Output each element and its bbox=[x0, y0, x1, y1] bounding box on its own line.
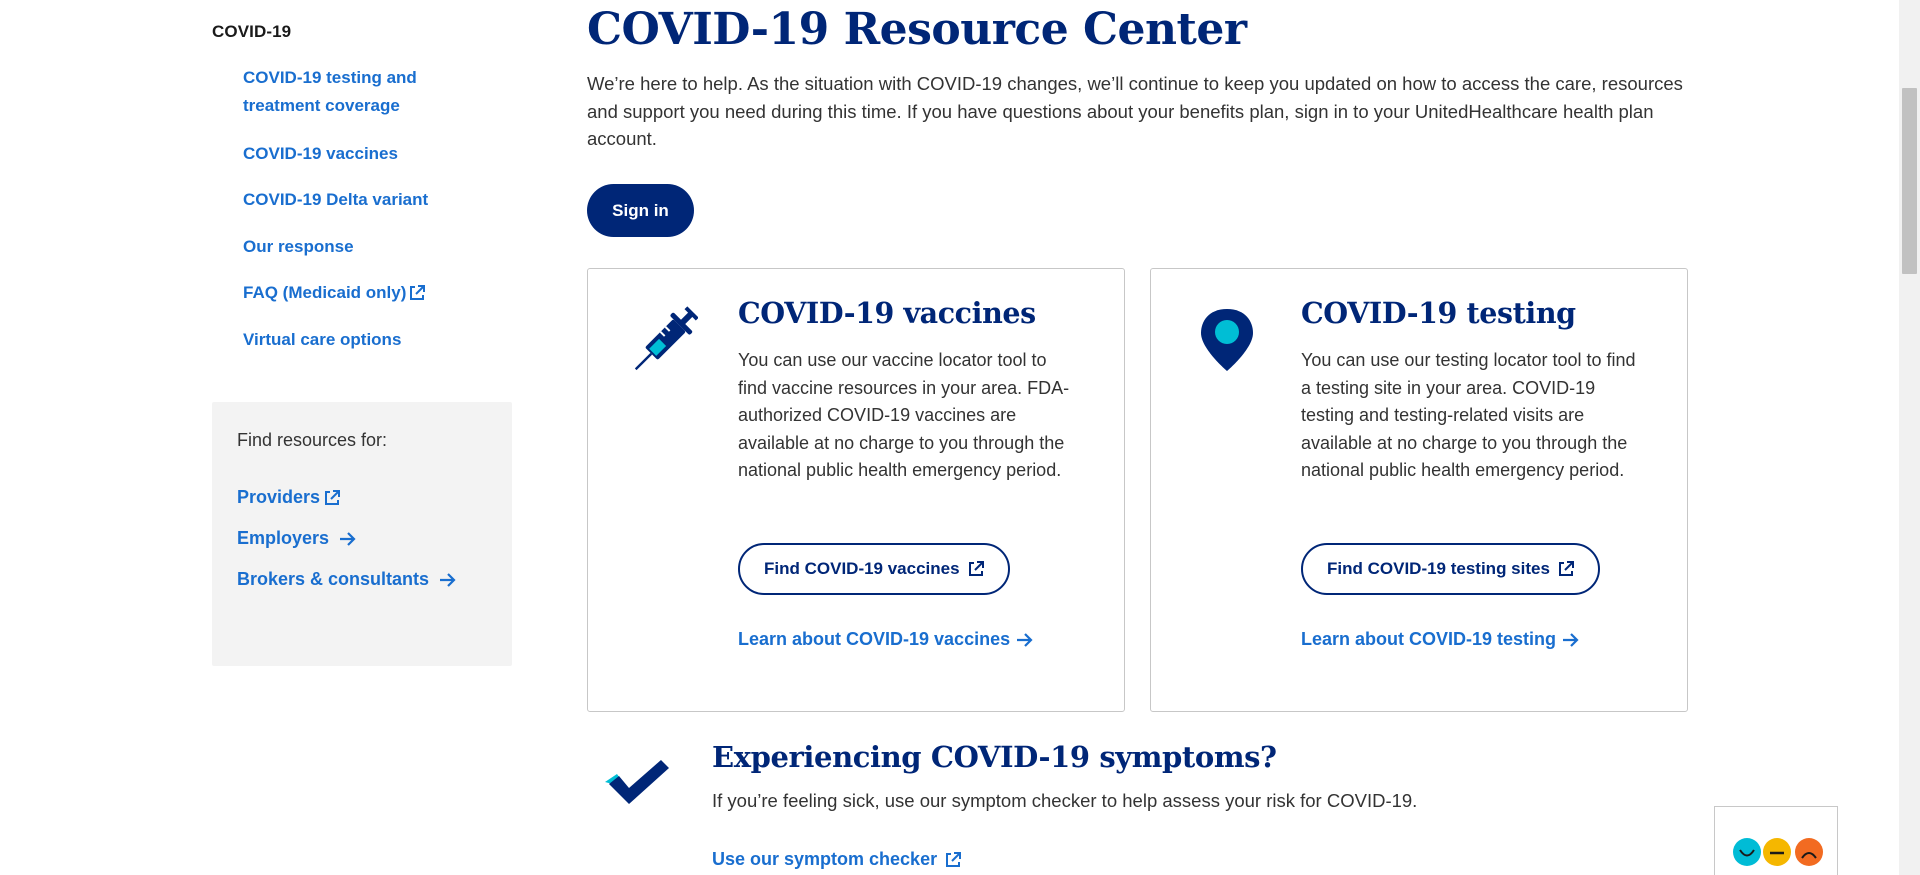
sidebar-item-label[interactable]: Virtual care options bbox=[243, 326, 401, 354]
page-scrollbar[interactable] bbox=[1899, 0, 1920, 875]
arrow-right-icon bbox=[1563, 632, 1579, 647]
sidebar-item-virtual-care[interactable]: Virtual care options bbox=[243, 326, 401, 354]
external-link-icon bbox=[325, 489, 341, 505]
symptom-checker-label: Use our symptom checker bbox=[712, 849, 938, 869]
external-link-icon bbox=[968, 561, 984, 576]
sidebar-item-faq-medicaid[interactable]: FAQ (Medicaid only) bbox=[243, 279, 426, 307]
arrow-right-icon bbox=[1017, 632, 1033, 647]
learn-testing-label: Learn about COVID-19 testing bbox=[1301, 629, 1557, 649]
sidebar-item-faq-link[interactable]: FAQ (Medicaid only) bbox=[243, 279, 426, 307]
external-link-icon bbox=[946, 851, 962, 867]
arrow-right-icon bbox=[340, 531, 356, 546]
sidebar-item-label[interactable]: COVID-19 vaccines bbox=[243, 140, 398, 168]
neutral-face-icon[interactable] bbox=[1762, 837, 1792, 867]
checkmark-icon bbox=[605, 760, 669, 804]
find-resources-panel: Find resources for: Providers Employers … bbox=[212, 402, 512, 666]
symptoms-title: Experiencing COVID-19 symptoms? bbox=[712, 740, 1277, 774]
learn-about-vaccines-link[interactable]: Learn about COVID-19 vaccines bbox=[738, 629, 1034, 650]
syringe-icon bbox=[634, 306, 698, 371]
sidebar-item-label[interactable]: COVID-19 Delta variant bbox=[243, 186, 428, 214]
sidebar-item-delta-variant[interactable]: COVID-19 Delta variant bbox=[243, 186, 428, 214]
symptoms-body: If you’re feeling sick, use our symptom … bbox=[712, 790, 1418, 811]
find-vaccines-label: Find COVID-19 vaccines bbox=[764, 559, 960, 578]
page-title: COVID-19 Resource Center bbox=[587, 4, 1247, 55]
sign-in-button[interactable]: Sign in bbox=[587, 184, 694, 237]
vaccines-card-title: COVID-19 vaccines bbox=[738, 296, 1036, 330]
learn-vaccines-label: Learn about COVID-19 vaccines bbox=[738, 629, 1011, 649]
sidebar-item-label[interactable]: COVID-19 testing and treatment coverage bbox=[243, 64, 463, 120]
sidebar-item-our-response[interactable]: Our response bbox=[243, 233, 354, 261]
sidebar-item-vaccines[interactable]: COVID-19 vaccines bbox=[243, 140, 398, 168]
testing-card-body: You can use our testing locator tool to … bbox=[1301, 350, 1636, 480]
find-vaccines-button[interactable]: Find COVID-19 vaccines bbox=[738, 543, 1010, 595]
brokers-link-label: Brokers & consultants bbox=[237, 569, 430, 589]
sidebar-item-label: FAQ (Medicaid only) bbox=[243, 283, 407, 302]
external-link-icon bbox=[1558, 561, 1574, 576]
employers-link[interactable]: Employers bbox=[237, 528, 357, 549]
brokers-consultants-link[interactable]: Brokers & consultants bbox=[237, 569, 457, 590]
external-link-icon bbox=[410, 285, 426, 300]
vaccines-card-body: You can use our vaccine locator tool to … bbox=[738, 350, 1070, 480]
happy-face-icon[interactable] bbox=[1732, 837, 1762, 867]
providers-link[interactable]: Providers bbox=[237, 487, 341, 508]
testing-card-title: COVID-19 testing bbox=[1301, 296, 1576, 330]
scrollbar-thumb[interactable] bbox=[1902, 88, 1917, 274]
intro-text: We’re here to help. As the situation wit… bbox=[587, 73, 1683, 149]
employers-link-label: Employers bbox=[237, 528, 330, 548]
sidebar-item-label[interactable]: Our response bbox=[243, 233, 354, 261]
sad-face-icon[interactable] bbox=[1794, 837, 1824, 867]
find-testing-label: Find COVID-19 testing sites bbox=[1327, 559, 1550, 578]
feedback-widget bbox=[1714, 806, 1838, 875]
arrow-right-icon bbox=[440, 572, 456, 587]
providers-link-label: Providers bbox=[237, 487, 321, 507]
symptom-checker-link[interactable]: Use our symptom checker bbox=[712, 849, 962, 870]
learn-about-testing-link[interactable]: Learn about COVID-19 testing bbox=[1301, 629, 1580, 650]
testing-card: COVID-19 testing You can use our testing… bbox=[1150, 268, 1688, 712]
map-pin-icon bbox=[1201, 309, 1253, 371]
find-testing-sites-button[interactable]: Find COVID-19 testing sites bbox=[1301, 543, 1600, 595]
sidebar-item-testing-treatment[interactable]: COVID-19 testing and treatment coverage bbox=[243, 64, 463, 120]
vaccines-card: COVID-19 vaccines You can use our vaccin… bbox=[587, 268, 1125, 712]
sidebar-heading: COVID-19 bbox=[212, 22, 292, 41]
find-resources-title: Find resources for: bbox=[237, 430, 388, 450]
